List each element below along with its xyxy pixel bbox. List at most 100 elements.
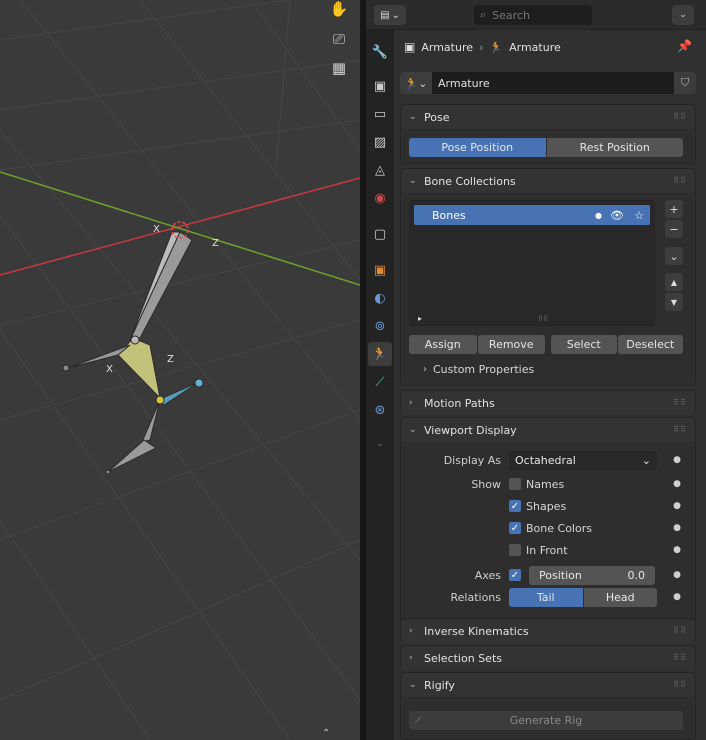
- drag-grip-icon[interactable]: ⠿⠿: [673, 653, 687, 662]
- remove-button[interactable]: Remove: [477, 335, 545, 354]
- drag-grip-icon[interactable]: ⠿⠿: [673, 425, 687, 434]
- motion-paths-panel[interactable]: › Motion Paths ⠿⠿: [400, 390, 696, 415]
- world-tab-icon[interactable]: ◉: [368, 186, 392, 210]
- 3d-viewport[interactable]: X Z X Z ✋ ⎚ ▦ ⌃: [0, 0, 360, 740]
- chevron-down-icon[interactable]: ⌄: [665, 247, 683, 265]
- relations-label: Relations: [450, 590, 501, 604]
- bone-collections-list[interactable]: Bones ● 👁 ☆ ▸ ⠿⠿: [409, 200, 655, 326]
- rig-icon: ⟋: [415, 715, 422, 726]
- deselect-button[interactable]: Deselect: [617, 335, 683, 354]
- bone-constraints-tab-icon[interactable]: ⊛: [368, 398, 392, 422]
- axes-checkbox[interactable]: ✓: [509, 569, 521, 581]
- search-field[interactable]: ⌕: [474, 5, 592, 25]
- display-as-row: Display As Octahedral ⌄ ●: [401, 450, 697, 470]
- bone-collections-panel: ⌄ Bone Collections ⠿⠿ Bones ● 👁 ☆ ▸ ⠿⠿ +…: [400, 168, 696, 386]
- move-down-icon[interactable]: ▼: [665, 293, 683, 311]
- rest-position-button[interactable]: Rest Position: [546, 138, 683, 157]
- eye-icon[interactable]: 👁: [610, 209, 624, 222]
- hand-icon[interactable]: ✋: [326, 0, 352, 22]
- render-tab-icon[interactable]: ▣: [368, 74, 392, 98]
- expand-arrow-icon[interactable]: ▸: [418, 314, 422, 323]
- display-as-value: Octahedral: [515, 453, 576, 467]
- drag-grip-icon[interactable]: ⠿⠿: [673, 176, 687, 185]
- collection-tab-icon[interactable]: ▢: [368, 222, 392, 246]
- custom-properties-subpanel[interactable]: › Custom Properties: [423, 363, 534, 376]
- pose-position-button[interactable]: Pose Position: [409, 138, 546, 157]
- motion-paths-header[interactable]: › Motion Paths ⠿⠿: [401, 391, 695, 415]
- head-button[interactable]: Head: [583, 587, 657, 607]
- armature-data-tab-icon[interactable]: 🏃: [368, 342, 392, 366]
- editor-type-dropdown[interactable]: ▤ ⌄: [374, 5, 406, 25]
- chevron-down-icon: ⌄: [641, 453, 651, 467]
- armature-browse-dropdown[interactable]: 🏃⌄: [400, 72, 432, 94]
- modifiers-tab-icon[interactable]: ◐: [368, 286, 392, 310]
- dot-icon[interactable]: ●: [595, 211, 602, 220]
- panel-title: Rigify: [424, 678, 455, 692]
- drag-grip-icon[interactable]: ⠿⠿: [673, 626, 687, 635]
- display-as-dropdown[interactable]: Octahedral ⌄: [509, 450, 657, 470]
- fake-user-shield-icon[interactable]: ⛉: [674, 72, 696, 94]
- tail-button[interactable]: Tail: [509, 587, 583, 607]
- move-up-icon[interactable]: ▲: [665, 273, 683, 291]
- inverse-kinematics-header[interactable]: › Inverse Kinematics ⠿⠿: [401, 619, 695, 643]
- remove-icon[interactable]: −: [665, 220, 683, 238]
- keyframe-dot-icon[interactable]: ●: [673, 570, 681, 580]
- list-item[interactable]: Bones ● 👁 ☆: [414, 205, 650, 225]
- drag-grip-icon[interactable]: ⠿⠿: [673, 680, 687, 689]
- bone-tab-icon[interactable]: ⟋: [368, 370, 392, 394]
- view-layer-tab-icon[interactable]: ▨: [368, 130, 392, 154]
- inverse-kinematics-panel[interactable]: › Inverse Kinematics ⠿⠿: [400, 618, 696, 643]
- properties-content: ▣ Armature › 🏃 Armature 📌 🏃⌄ Armature ⛉ …: [398, 30, 698, 740]
- assign-button[interactable]: Assign: [409, 335, 477, 354]
- bone-colors-checkbox[interactable]: ✓: [509, 522, 521, 534]
- show-label: Show: [471, 477, 501, 491]
- chevron-up-icon[interactable]: ⌃: [322, 728, 330, 739]
- keyframe-dot-icon[interactable]: ●: [673, 523, 681, 533]
- chevron-down-icon: ⌄: [409, 425, 417, 435]
- keyframe-dot-icon[interactable]: ●: [673, 501, 681, 511]
- viewport-display-header[interactable]: ⌄ Viewport Display ⠿⠿: [401, 418, 695, 442]
- field-label: Position: [539, 568, 582, 582]
- chevron-right-icon: ›: [409, 653, 413, 663]
- object-tab-icon[interactable]: ▣: [368, 258, 392, 282]
- search-input[interactable]: [492, 8, 579, 22]
- output-tab-icon[interactable]: ▭: [368, 102, 392, 126]
- axes-position-field[interactable]: Position 0.0: [529, 565, 655, 585]
- selection-sets-header[interactable]: › Selection Sets ⠿⠿: [401, 646, 695, 670]
- drag-grip-icon[interactable]: ⠿⠿: [673, 398, 687, 407]
- datablock-name-field[interactable]: Armature: [432, 72, 674, 94]
- object-icon: ▣: [404, 40, 416, 54]
- scene-tab-icon[interactable]: ◬: [368, 158, 392, 182]
- keyframe-dot-icon[interactable]: ●: [673, 455, 681, 465]
- selection-sets-panel[interactable]: › Selection Sets ⠿⠿: [400, 645, 696, 670]
- show-names-row: Show Names ●: [401, 474, 697, 494]
- pose-panel: ⌄ Pose ⠿⠿ Pose Position Rest Position: [400, 104, 696, 164]
- in-front-checkbox[interactable]: [509, 544, 521, 556]
- shapes-checkbox[interactable]: ✓: [509, 500, 521, 512]
- camera-icon[interactable]: ⎚: [326, 26, 352, 52]
- pin-icon[interactable]: 📌: [677, 39, 692, 53]
- keyframe-dot-icon[interactable]: ●: [673, 545, 681, 555]
- keyframe-dot-icon[interactable]: ●: [673, 479, 681, 489]
- chevron-down-icon[interactable]: ⌄: [368, 432, 392, 456]
- tool-tab-icon[interactable]: 🔧: [368, 40, 392, 64]
- star-icon[interactable]: ☆: [634, 209, 644, 222]
- constraints-tab-icon[interactable]: ⊚: [368, 314, 392, 338]
- add-icon[interactable]: +: [665, 200, 683, 218]
- properties-tabs: 🔧 ▣ ▭ ▨ ◬ ◉ ▢ ▣ ◐ ⊚ 🏃 ⟋ ⊛ ⌄: [366, 30, 394, 740]
- names-checkbox[interactable]: [509, 478, 521, 490]
- floor-grid: [0, 0, 360, 740]
- drag-grip-icon[interactable]: ⠿⠿: [673, 112, 687, 121]
- resize-grip-icon[interactable]: ⠿⠿: [538, 315, 548, 323]
- viewport-scene[interactable]: X Z X Z: [0, 0, 360, 740]
- select-button[interactable]: Select: [551, 335, 617, 354]
- keyframe-dot-icon[interactable]: ●: [673, 592, 681, 602]
- properties-header: ▤⌄ ⌕ ⌄: [366, 0, 706, 30]
- pose-panel-header[interactable]: ⌄ Pose ⠿⠿: [401, 105, 695, 129]
- generate-rig-button[interactable]: ⟋ Generate Rig: [409, 711, 683, 730]
- panel-title: Pose: [424, 110, 450, 124]
- options-dropdown[interactable]: ⌄: [672, 5, 694, 25]
- bone-collections-header[interactable]: ⌄ Bone Collections ⠿⠿: [401, 169, 695, 193]
- rigify-header[interactable]: ⌄ Rigify ⠿⠿: [401, 673, 695, 697]
- grid-icon[interactable]: ▦: [326, 55, 352, 81]
